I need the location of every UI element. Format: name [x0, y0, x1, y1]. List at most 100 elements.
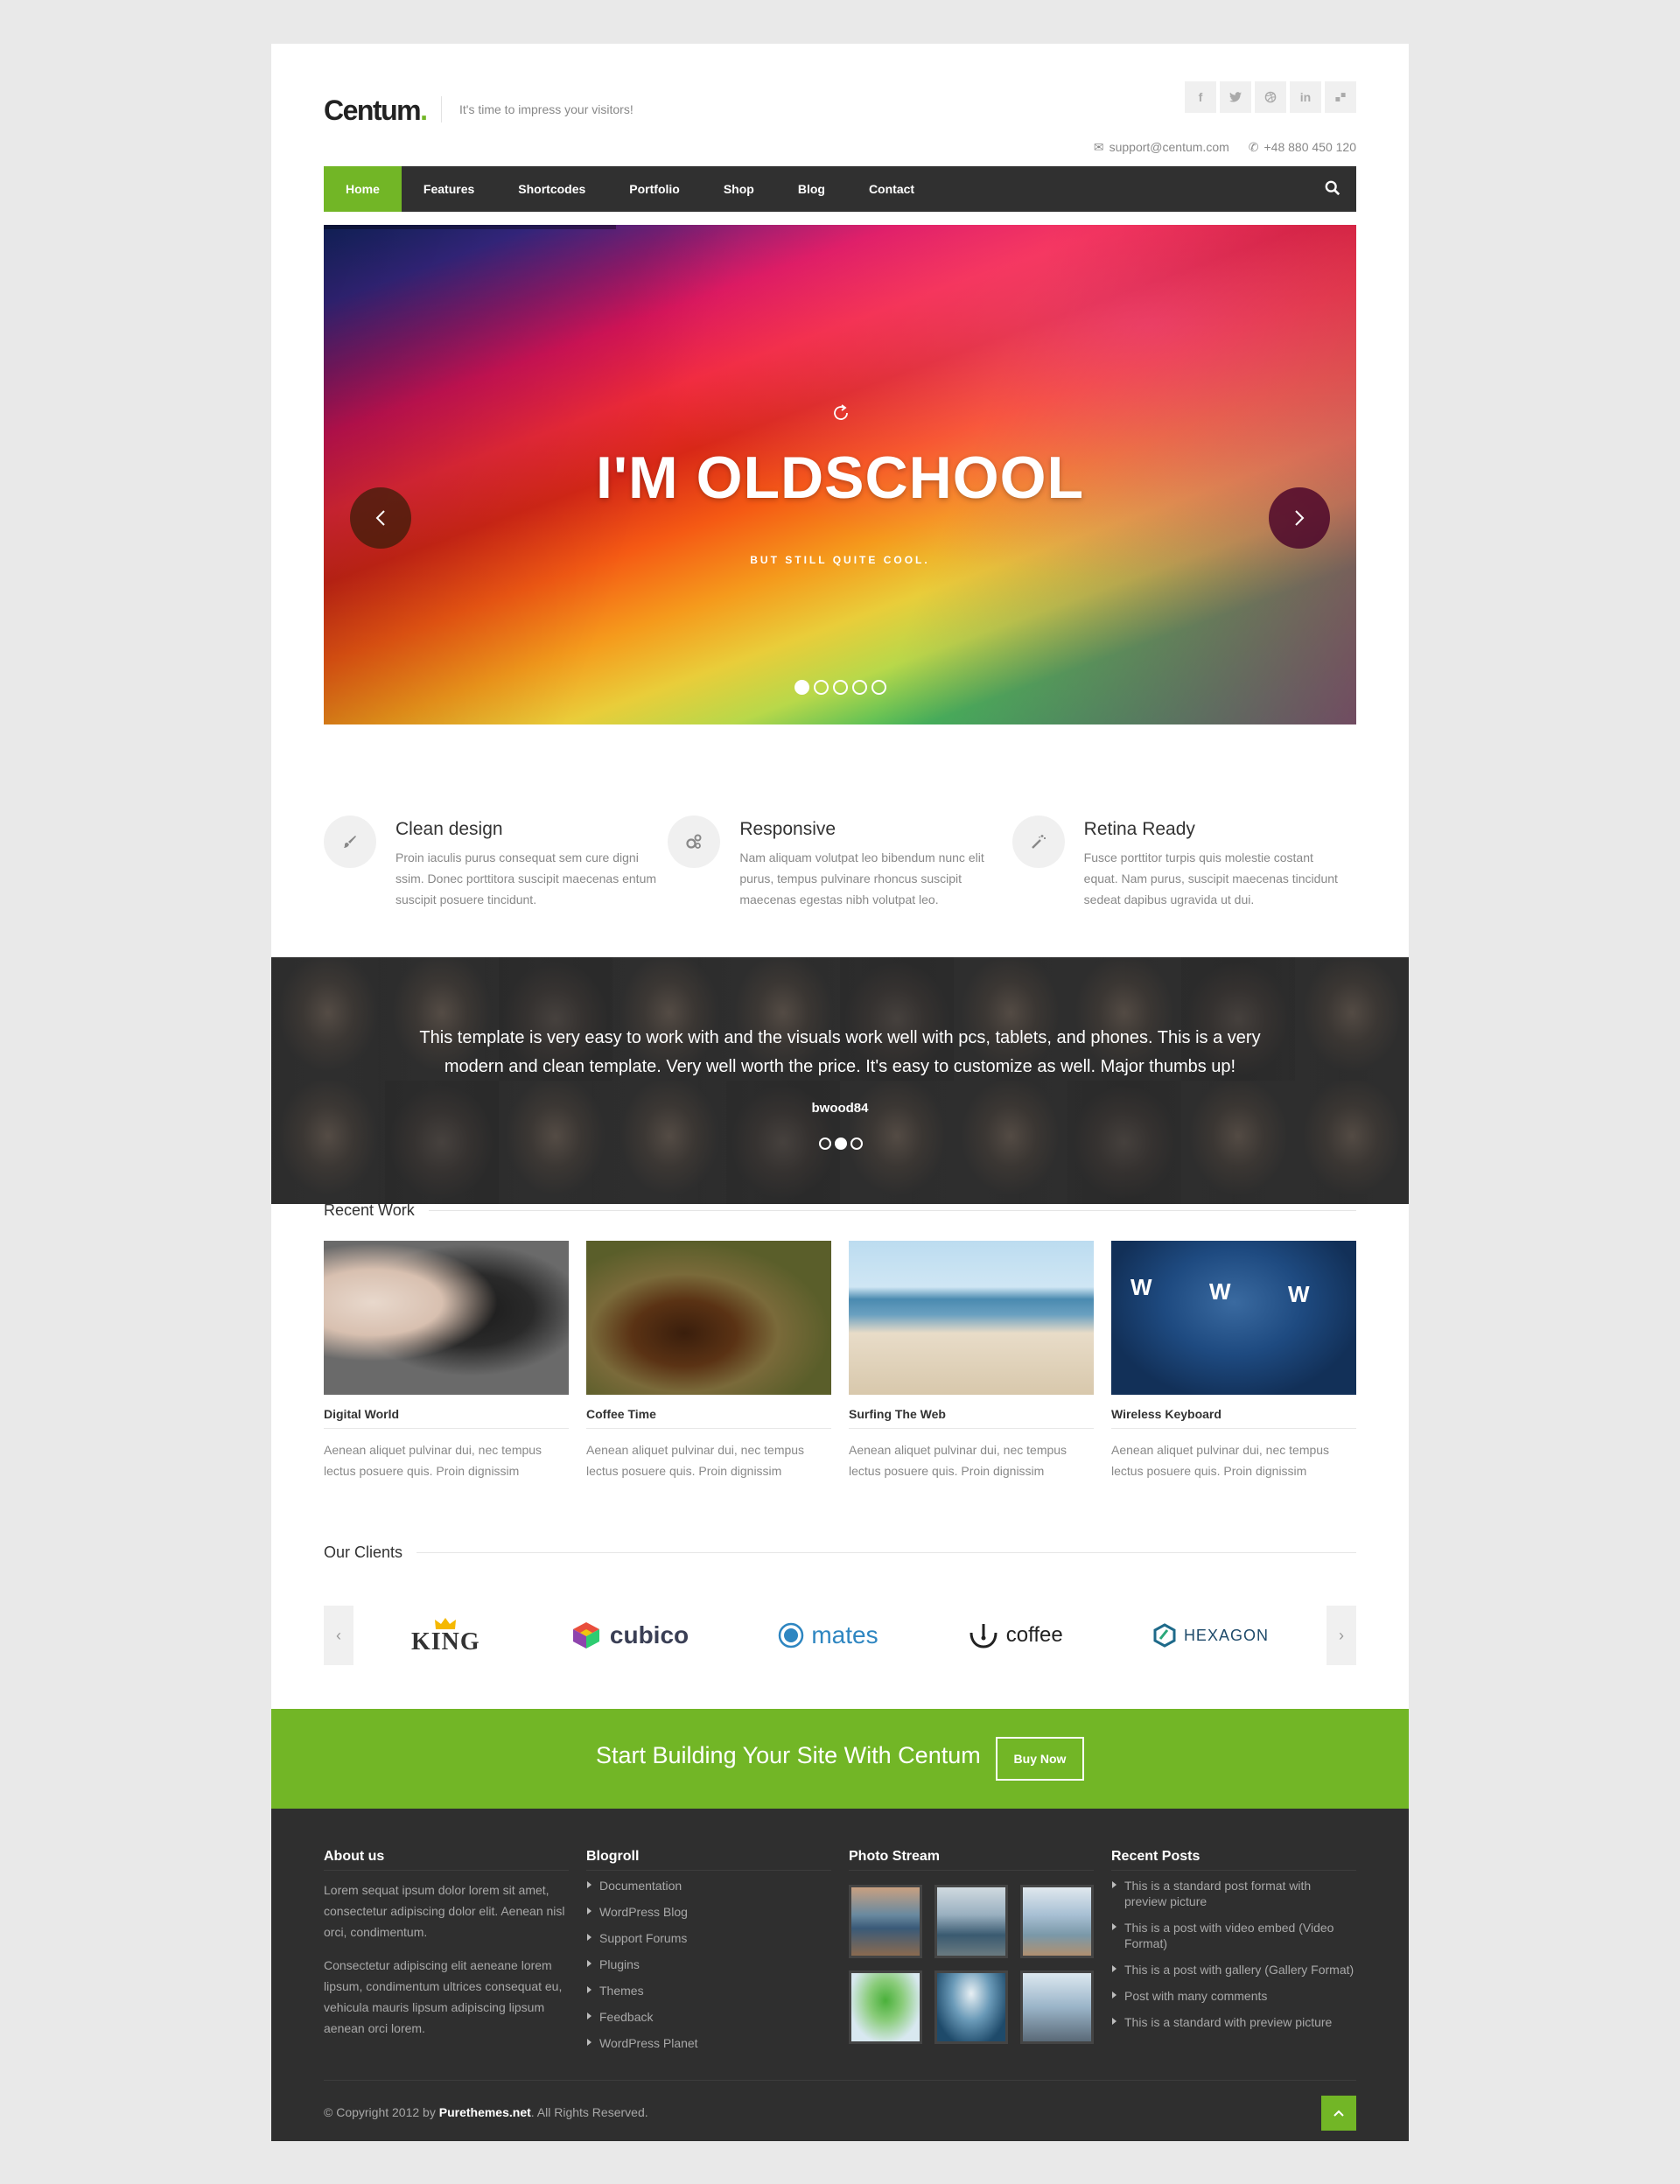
testimonial-pagination — [819, 1138, 863, 1150]
recent-post-link[interactable]: This is a post with gallery (Gallery For… — [1111, 1962, 1356, 1978]
back-to-top-button[interactable] — [1321, 2096, 1356, 2131]
clients-heading: Our Clients — [324, 1544, 1356, 1562]
testimonial-dot[interactable] — [819, 1138, 831, 1150]
blogroll-link[interactable]: WordPress Planet — [586, 2035, 831, 2051]
blogroll-link[interactable]: Documentation — [586, 1878, 831, 1894]
phone-contact: ✆ +48 880 450 120 — [1248, 140, 1356, 154]
work-title[interactable]: Wireless Keyboard — [1111, 1407, 1356, 1429]
work-title[interactable]: Surfing The Web — [849, 1407, 1094, 1429]
client-logo-hexagon[interactable]: HEXAGON — [1152, 1623, 1269, 1648]
client-logo-coffee[interactable]: coffee — [968, 1620, 1063, 1650]
slider-next-button[interactable] — [1269, 487, 1330, 549]
clients-prev-button[interactable]: ‹ — [324, 1606, 354, 1665]
hexagon-icon — [1153, 1623, 1176, 1648]
nav-shop[interactable]: Shop — [702, 166, 776, 212]
about-paragraph: Lorem sequat ipsum dolor lorem sit amet,… — [324, 1883, 565, 1939]
buy-now-button[interactable]: Buy Now — [996, 1737, 1084, 1781]
feature-title: Retina Ready — [1083, 819, 1195, 839]
client-logo-cubico[interactable]: cubico — [570, 1620, 689, 1650]
recent-post-link[interactable]: This is a standard with preview picture — [1111, 2014, 1356, 2030]
nav-contact[interactable]: Contact — [847, 166, 936, 212]
work-title[interactable]: Digital World — [324, 1407, 569, 1429]
client-logo-king[interactable]: KING — [411, 1617, 480, 1655]
work-thumbnail[interactable]: W W W — [1111, 1241, 1356, 1395]
slider-dot[interactable] — [872, 680, 886, 695]
work-title[interactable]: Coffee Time — [586, 1407, 831, 1429]
work-thumbnail[interactable] — [586, 1241, 831, 1395]
footer: About us Lorem sequat ipsum dolor lorem … — [271, 1809, 1409, 2141]
work-excerpt: Aenean aliquet pulvinar dui, nec tempus … — [849, 1443, 1068, 1478]
footer-heading: Recent Posts — [1111, 1849, 1356, 1871]
testimonial-section: This template is very easy to work with … — [271, 957, 1409, 1204]
search-icon[interactable] — [1325, 180, 1340, 196]
feature-text: Proin iaculis purus consequat sem cure d… — [396, 850, 657, 906]
feature-text: Nam aliquam volutpat leo bibendum nunc e… — [739, 850, 984, 906]
blogroll-link[interactable]: Plugins — [586, 1956, 831, 1972]
slider-dot[interactable] — [794, 680, 809, 695]
logo-separator — [441, 96, 442, 122]
work-thumbnail[interactable] — [324, 1241, 569, 1395]
about-paragraph: Consectetur adipiscing elit aeneane lore… — [324, 1958, 563, 2035]
slider-dot[interactable] — [833, 680, 848, 695]
photo-thumbnail[interactable] — [1020, 1970, 1094, 2044]
heading-rule — [416, 1552, 1356, 1553]
recent-post-link[interactable]: Post with many comments — [1111, 1988, 1356, 2004]
testimonial-dot[interactable] — [835, 1138, 847, 1150]
recent-work-heading: Recent Work — [324, 1201, 1356, 1220]
footer-heading: Photo Stream — [849, 1849, 1094, 1871]
chevron-right-icon — [1295, 510, 1305, 526]
section-title: Recent Work — [324, 1201, 415, 1219]
gears-icon — [668, 816, 721, 868]
facebook-icon[interactable]: f — [1185, 81, 1216, 113]
email-contact[interactable]: ✉ support@centum.com — [1094, 140, 1229, 155]
blogroll-link[interactable]: WordPress Blog — [586, 1904, 831, 1920]
nav-shortcodes[interactable]: Shortcodes — [496, 166, 607, 212]
nav-blog[interactable]: Blog — [776, 166, 847, 212]
clients-next-button[interactable]: › — [1326, 1606, 1356, 1665]
feature-responsive: Responsive Nam aliquam volutpat leo bibe… — [668, 816, 1012, 910]
copyright-link[interactable]: Purethemes.net — [439, 2105, 531, 2119]
photo-thumbnail[interactable] — [934, 1885, 1008, 1958]
nav-portfolio[interactable]: Portfolio — [607, 166, 702, 212]
linkedin-icon[interactable]: in — [1290, 81, 1321, 113]
slider-dot[interactable] — [852, 680, 867, 695]
feature-clean-design: Clean design Proin iaculis purus consequ… — [324, 816, 668, 910]
feature-text: Fusce porttitor turpis quis molestie cos… — [1083, 850, 1338, 906]
client-logos: KING cubico mates coffee HEXAGON — [411, 1606, 1269, 1665]
twitter-icon[interactable] — [1220, 81, 1251, 113]
blogroll-link[interactable]: Support Forums — [586, 1930, 831, 1946]
photo-grid — [849, 1885, 1094, 2044]
keyboard-keys-image: W W W — [1130, 1274, 1310, 1307]
photo-thumbnail[interactable] — [934, 1970, 1008, 2044]
nav-home[interactable]: Home — [324, 166, 402, 212]
photo-thumbnail[interactable] — [849, 1970, 922, 2044]
testimonial-dot[interactable] — [850, 1138, 863, 1150]
hero-slider: I'M OLDSCHOOL BUT STILL QUITE COOL. — [324, 225, 1356, 724]
blogroll-link[interactable]: Themes — [586, 1983, 831, 1998]
recent-post-link[interactable]: This is a post with video embed (Video F… — [1111, 1920, 1356, 1951]
work-item: Coffee Time Aenean aliquet pulvinar dui,… — [586, 1241, 831, 1481]
recent-post-link[interactable]: This is a standard post format with prev… — [1111, 1878, 1356, 1909]
mates-smiley-icon — [779, 1622, 804, 1648]
footer-heading: About us — [324, 1849, 569, 1871]
blogroll-link[interactable]: Feedback — [586, 2009, 831, 2025]
client-logo-mates[interactable]: mates — [778, 1621, 878, 1649]
feature-title: Responsive — [739, 819, 836, 839]
dribbble-icon[interactable] — [1255, 81, 1286, 113]
site-logo[interactable]: Centum. — [324, 94, 428, 127]
chevron-left-icon — [375, 510, 385, 526]
recent-work-grid: Digital World Aenean aliquet pulvinar du… — [324, 1241, 1356, 1481]
recent-posts-list: This is a standard post format with prev… — [1111, 1878, 1356, 2030]
svg-text:W: W — [1209, 1278, 1231, 1305]
photo-thumbnail[interactable] — [849, 1885, 922, 1958]
nav-features[interactable]: Features — [402, 166, 496, 212]
photo-thumbnail[interactable] — [1020, 1885, 1094, 1958]
slider-dot[interactable] — [814, 680, 829, 695]
flickr-icon[interactable] — [1325, 81, 1356, 113]
blogroll-list: Documentation WordPress Blog Support For… — [586, 1878, 831, 2051]
work-item: Surfing The Web Aenean aliquet pulvinar … — [849, 1241, 1094, 1481]
main-nav: Home Features Shortcodes Portfolio Shop … — [324, 166, 1356, 212]
work-thumbnail[interactable] — [849, 1241, 1094, 1395]
footer-about: About us Lorem sequat ipsum dolor lorem … — [324, 1849, 569, 2039]
slider-prev-button[interactable] — [350, 487, 411, 549]
